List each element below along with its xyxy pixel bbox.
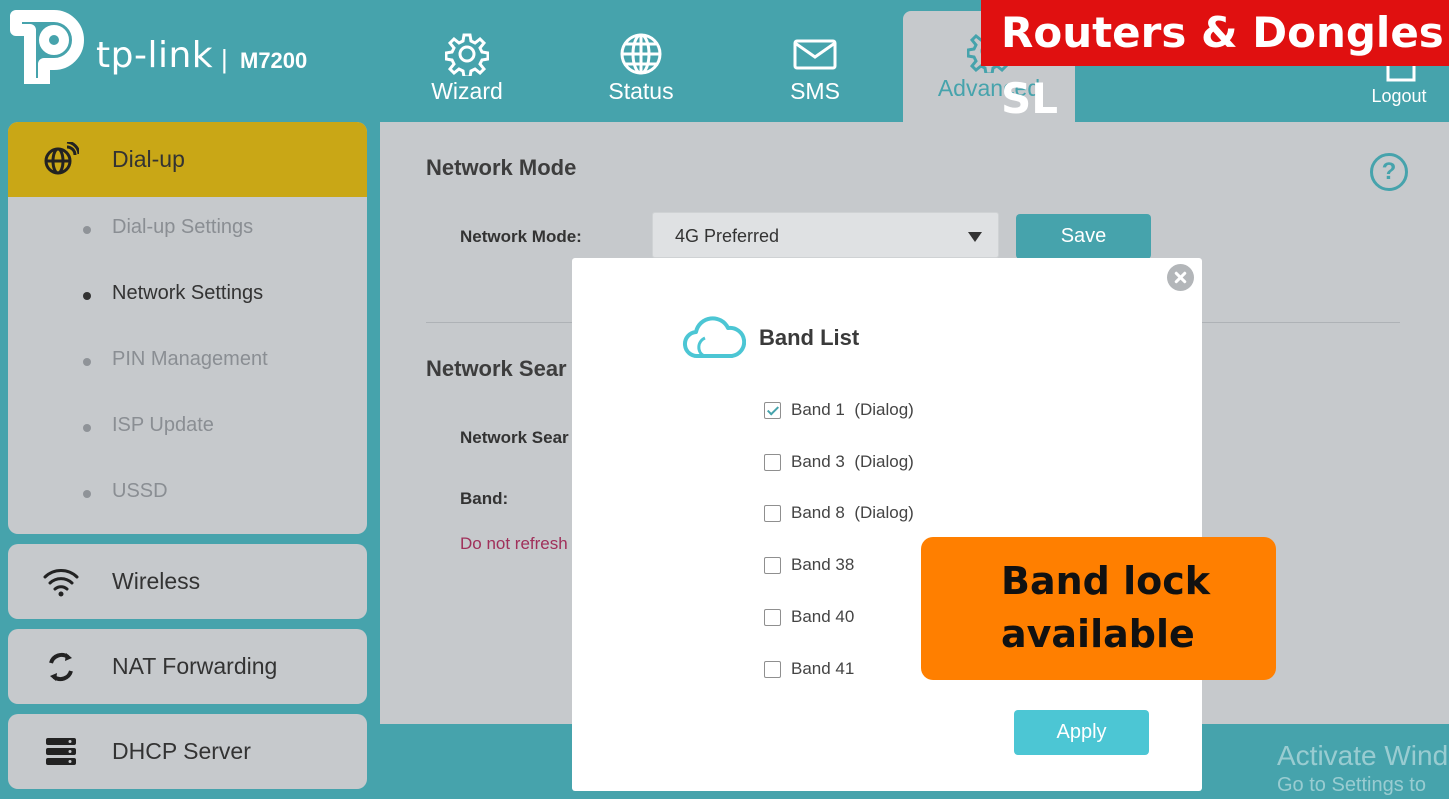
tp-link-logo-icon: [10, 10, 84, 84]
submenu-label: USSD: [112, 480, 168, 502]
band-label: Band:: [460, 489, 509, 508]
wifi-icon: [42, 563, 80, 601]
network-search-title: Network Sear: [426, 356, 567, 381]
submenu-network-settings[interactable]: Network Settings: [8, 263, 367, 329]
band-option-label: Band 3 (Dialog): [791, 452, 914, 471]
tab-status-label: Status: [608, 78, 674, 104]
tab-status[interactable]: Status: [555, 14, 727, 122]
close-icon[interactable]: [1167, 264, 1194, 291]
globe-icon: [619, 32, 663, 81]
network-mode-select[interactable]: 4G Preferred: [652, 212, 999, 258]
sidebar: Dial-up Dial-up Settings Network Setting…: [8, 122, 367, 799]
band-option-40[interactable]: Band 40: [764, 605, 854, 629]
sidebar-item-nat-forwarding[interactable]: NAT Forwarding: [8, 629, 367, 704]
band-option-41[interactable]: Band 41: [764, 657, 854, 681]
envelope-icon: [792, 32, 838, 81]
menu-group-dialup: Dial-up Dial-up Settings Network Setting…: [8, 122, 367, 534]
sidebar-item-wireless-label: Wireless: [112, 568, 201, 594]
tab-wizard-label: Wizard: [431, 78, 503, 104]
model-name: M7200: [240, 48, 308, 73]
tab-sms[interactable]: SMS: [729, 14, 901, 122]
sidebar-item-dhcp-label: DHCP Server: [112, 738, 251, 764]
checkbox[interactable]: [764, 504, 781, 522]
menu-group-nat: NAT Forwarding: [8, 629, 367, 704]
brand-name: tp-link: [96, 35, 214, 76]
dialog-title: Band List: [759, 325, 860, 350]
checkbox[interactable]: [764, 401, 781, 419]
warning-text: Do not refresh: [460, 534, 568, 553]
submenu-ussd[interactable]: USSD: [8, 461, 367, 534]
dialup-submenu: Dial-up Settings Network Settings PIN Ma…: [8, 197, 367, 534]
submenu-label: Dial-up Settings: [112, 216, 254, 238]
checkbox[interactable]: [764, 453, 781, 471]
band-option-label: Band 8 (Dialog): [791, 503, 914, 522]
watermark-line-1: Activate Wind: [1277, 740, 1449, 771]
bullet: [83, 226, 91, 234]
brand-separator: |: [221, 44, 228, 74]
menu-group-dhcp: DHCP Server: [8, 714, 367, 789]
band-option-label: Band 40: [791, 607, 855, 626]
menu-group-wireless: Wireless: [8, 544, 367, 619]
submenu-isp-update[interactable]: ISP Update: [8, 395, 367, 461]
network-mode-title: Network Mode: [426, 155, 577, 180]
help-icon[interactable]: ?: [1370, 153, 1408, 191]
sidebar-item-dhcp-server[interactable]: DHCP Server: [8, 714, 367, 789]
save-button[interactable]: Save: [1016, 214, 1151, 259]
network-search-label: Network Sear: [460, 428, 569, 447]
checkbox[interactable]: [764, 556, 781, 574]
checkbox[interactable]: [764, 660, 781, 678]
watermark-line-2: Go to Settings to: [1277, 774, 1426, 796]
bullet: [83, 292, 91, 300]
callout-line-1: Band lock: [1001, 559, 1211, 603]
sidebar-item-dialup[interactable]: Dial-up: [8, 122, 367, 197]
submenu-pin-management[interactable]: PIN Management: [8, 329, 367, 395]
callout-line-2: available: [1001, 612, 1195, 656]
checkbox[interactable]: [764, 608, 781, 626]
bullet: [83, 490, 91, 498]
sidebar-item-wireless[interactable]: Wireless: [8, 544, 367, 619]
band-option-label: Band 41: [791, 659, 855, 678]
refresh-icon: [42, 648, 80, 686]
gear-icon: [444, 32, 490, 81]
logout-label: Logout: [1371, 86, 1427, 106]
tp-link-logo: tp-link | M7200: [8, 8, 338, 84]
band-option-label: Band 1 (Dialog): [791, 400, 914, 419]
sidebar-item-dialup-label: Dial-up: [112, 146, 185, 172]
band-option-8[interactable]: Band 8 (Dialog): [764, 501, 914, 525]
activation-watermark: Activate Wind Go to Settings to: [1277, 740, 1448, 797]
submenu-dialup-settings[interactable]: Dial-up Settings: [8, 197, 367, 263]
network-mode-label: Network Mode:: [460, 227, 582, 246]
tab-sms-label: SMS: [790, 78, 840, 104]
apply-button[interactable]: Apply: [1014, 710, 1149, 755]
band-option-1[interactable]: Band 1 (Dialog): [764, 398, 914, 422]
tab-wizard[interactable]: Wizard: [381, 14, 553, 122]
network-mode-value: 4G Preferred: [675, 226, 780, 246]
band-lock-callout: Band lock available: [921, 537, 1276, 680]
bullet: [83, 358, 91, 366]
band-option-3[interactable]: Band 3 (Dialog): [764, 450, 914, 474]
submenu-label: Network Settings: [112, 282, 264, 304]
submenu-label: PIN Management: [112, 348, 268, 370]
cloud-icon: [682, 312, 747, 367]
server-icon: [42, 733, 80, 771]
band-list-dialog: Band List Band 1 (Dialog) Band 3 (Dialog…: [572, 258, 1202, 791]
chevron-down-icon: [968, 232, 982, 242]
band-option-38[interactable]: Band 38: [764, 553, 854, 577]
sidebar-item-nat-label: NAT Forwarding: [112, 653, 278, 679]
band-option-label: Band 38: [791, 555, 855, 574]
submenu-label: ISP Update: [112, 414, 214, 436]
brand-banner: Routers & Dongles SL: [981, 0, 1449, 123]
globe-signal-icon: [42, 141, 80, 179]
bullet: [83, 424, 91, 432]
